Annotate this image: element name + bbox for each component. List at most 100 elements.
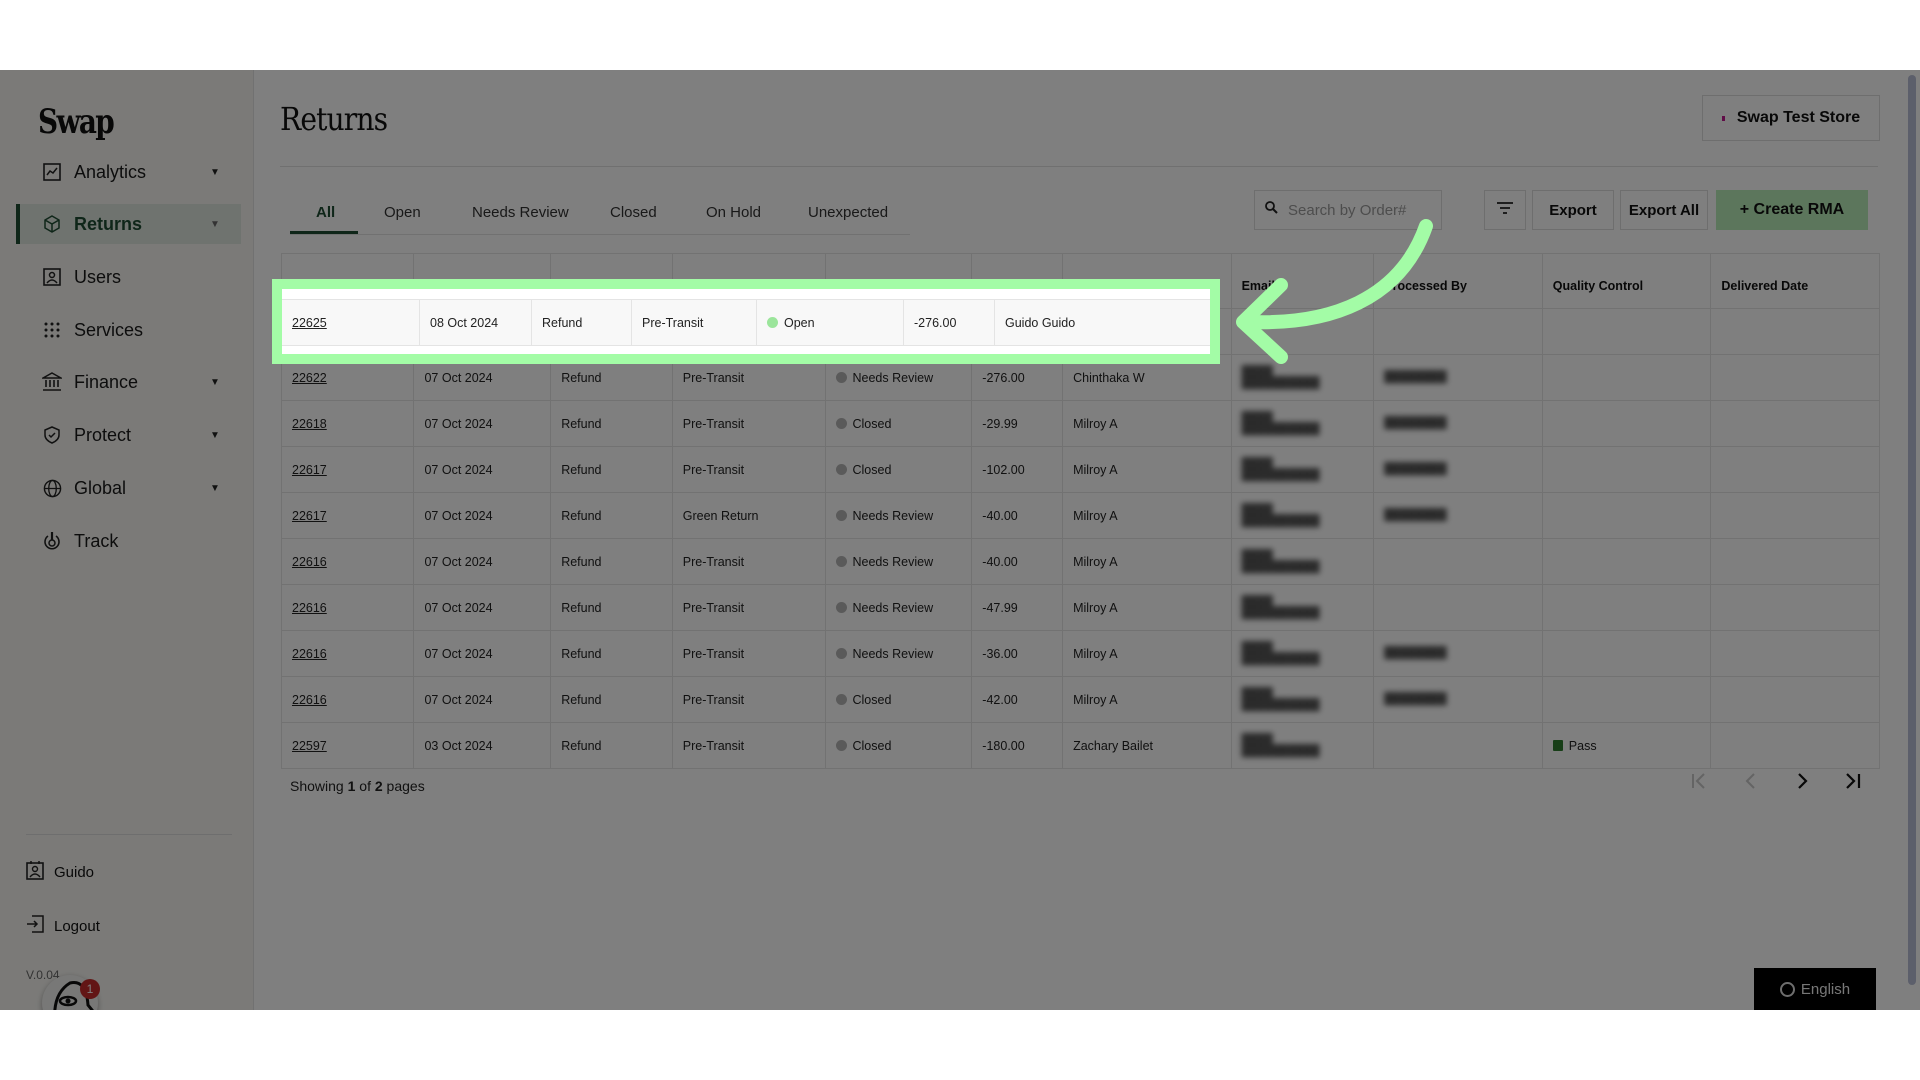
prev-page-icon[interactable] <box>1742 770 1760 796</box>
order-link[interactable]: 22597 <box>292 739 327 753</box>
page-scrollbar[interactable] <box>1908 75 1916 985</box>
table-row[interactable]: 22616 07 Oct 2024 Refund Pre-Transit Needs R… <box>280 630 1880 677</box>
customer-cell: Milroy A <box>1062 630 1232 677</box>
status-dot-icon <box>835 739 847 751</box>
search-input[interactable] <box>1286 200 1440 220</box>
create-rma-button[interactable]: + Create RMA <box>1716 190 1868 230</box>
store-selector-button[interactable]: Swap Test Store <box>1702 95 1880 141</box>
order-link[interactable]: 22616 <box>292 647 327 661</box>
highlighted-row[interactable]: 22625 08 Oct 2024 Refund Pre-Transit Ope… <box>272 279 1220 364</box>
created-date-cell: 07 Oct 2024 <box>413 538 552 585</box>
status-dot-icon <box>835 647 847 659</box>
redacted-processed-by: ████████ <box>1384 463 1447 475</box>
column-header-processed-by[interactable]: Processed By <box>1373 253 1543 309</box>
order-cell[interactable]: 22616 <box>280 538 415 585</box>
delivered-date-cell <box>1710 492 1880 539</box>
order-link[interactable]: 22616 <box>292 601 327 615</box>
order-cell[interactable]: 22616 <box>280 630 415 677</box>
status-cell: Closed <box>824 676 973 723</box>
sidebar-item-analytics[interactable]: Analytics ▼ <box>16 152 237 192</box>
user-name: Guido <box>54 863 95 881</box>
sidebar-item-label: Services <box>74 319 144 340</box>
sidebar-item-track[interactable]: Track <box>16 521 237 561</box>
logo[interactable]: Swap <box>38 102 115 142</box>
tab-on-hold[interactable]: On Hold <box>706 204 761 221</box>
language-button[interactable]: English <box>1754 968 1876 1010</box>
order-link[interactable]: 22618 <box>292 417 327 431</box>
table-row[interactable]: 22616 07 Oct 2024 Refund Pre-Transit Needs R… <box>280 584 1880 631</box>
order-cell[interactable]: 22625 <box>282 300 419 345</box>
status-label: Needs Review <box>852 554 934 569</box>
table-row[interactable]: 22618 07 Oct 2024 Refund Pre-Transit Closed -… <box>280 400 1880 447</box>
export-all-button[interactable]: Export All <box>1620 190 1708 230</box>
status-cell: Needs Review <box>824 538 973 585</box>
created-date-cell: 07 Oct 2024 <box>413 630 552 677</box>
table-row[interactable]: 22616 07 Oct 2024 Refund Pre-Transit Needs R… <box>280 538 1880 585</box>
search-box[interactable] <box>1254 190 1442 230</box>
sidebar-item-users[interactable]: Users <box>16 257 237 297</box>
status-label: Needs Review <box>852 508 934 523</box>
order-cell[interactable]: 22597 <box>280 722 415 769</box>
export-button[interactable]: Export <box>1532 190 1614 230</box>
sidebar-item-global[interactable]: Global ▼ <box>16 468 237 508</box>
created-date-cell: 07 Oct 2024 <box>413 676 552 723</box>
status-dot-icon <box>835 555 847 567</box>
table-row[interactable]: 22617 07 Oct 2024 Refund Green Return Needs … <box>280 492 1880 539</box>
tab-all[interactable]: All <box>316 204 335 221</box>
redacted-email: ████ ██████████ <box>1241 365 1320 389</box>
order-link[interactable]: 22622 <box>292 371 327 385</box>
sidebar: Swap Analytics ▼ Returns ▼ Users Service… <box>0 70 254 1010</box>
logout-button[interactable]: Logout <box>26 915 100 937</box>
order-cell[interactable]: 22616 <box>280 676 415 723</box>
first-page-icon[interactable] <box>1690 770 1708 796</box>
user-card-icon <box>42 267 62 287</box>
tab-closed[interactable]: Closed <box>610 204 657 221</box>
table-row[interactable]: 22617 07 Oct 2024 Refund Pre-Transit Closed -… <box>280 446 1880 493</box>
column-header-email[interactable]: Email <box>1230 253 1375 309</box>
type-cell: Refund <box>550 492 673 539</box>
column-header-delivered-date[interactable]: Delivered Date <box>1710 253 1880 309</box>
status-cell: Open <box>756 300 903 345</box>
order-link[interactable]: 22616 <box>292 693 327 707</box>
status-tabs: All Open Needs Review Closed On Hold Une… <box>290 194 910 235</box>
sidebar-item-services[interactable]: Services <box>16 310 237 350</box>
tab-open[interactable]: Open <box>384 204 421 221</box>
order-cell[interactable]: 22617 <box>280 492 415 539</box>
last-page-icon[interactable] <box>1844 770 1862 796</box>
total-cell: -180.00 <box>971 722 1064 769</box>
shipping-status-cell: Pre-Transit <box>671 538 826 585</box>
filter-button[interactable] <box>1484 190 1526 230</box>
redacted-processed-by: ████████ <box>1384 647 1447 659</box>
table-row[interactable]: 22616 07 Oct 2024 Refund Pre-Transit Closed -… <box>280 676 1880 723</box>
order-link[interactable]: 22617 <box>292 509 327 523</box>
order-link[interactable]: 22625 <box>292 316 327 330</box>
tab-unexpected[interactable]: Unexpected <box>808 204 888 221</box>
order-cell[interactable]: 22618 <box>280 400 415 447</box>
sidebar-item-finance[interactable]: Finance ▼ <box>16 362 237 402</box>
sidebar-user[interactable]: Guido <box>26 860 94 884</box>
sidebar-item-returns[interactable]: Returns ▼ <box>16 204 241 244</box>
redacted-email: ████ ██████████ <box>1241 503 1320 527</box>
order-cell[interactable]: 22617 <box>280 446 415 493</box>
column-header-quality-control[interactable]: Quality Control <box>1541 253 1712 309</box>
shipping-status-cell: Pre-Transit <box>671 722 826 769</box>
email-cell <box>1230 308 1375 355</box>
order-cell[interactable]: 22616 <box>280 584 415 631</box>
table-row[interactable]: 22597 03 Oct 2024 Refund Pre-Transit Closed -… <box>280 722 1880 769</box>
current-page: 1 <box>347 778 356 794</box>
created-date-cell: 07 Oct 2024 <box>413 492 552 539</box>
sidebar-divider <box>26 834 232 835</box>
order-link[interactable]: 22616 <box>292 555 327 569</box>
quality-control-cell <box>1541 630 1712 677</box>
sidebar-item-label: Users <box>74 266 122 287</box>
order-link[interactable]: 22617 <box>292 463 327 477</box>
next-page-icon[interactable] <box>1793 770 1811 796</box>
created-date-cell: 08 Oct 2024 <box>419 300 531 345</box>
sidebar-item-protect[interactable]: Protect ▼ <box>16 415 237 455</box>
shipping-status-cell: Pre-Transit <box>671 400 826 447</box>
tab-needs-review[interactable]: Needs Review <box>472 204 569 221</box>
total-cell: -276.00 <box>903 300 994 345</box>
status-label: Closed <box>852 738 892 753</box>
table-row[interactable]: 22625 08 Oct 2024 Refund Pre-Transit Ope… <box>282 299 1210 346</box>
created-date-cell: 07 Oct 2024 <box>413 446 552 493</box>
